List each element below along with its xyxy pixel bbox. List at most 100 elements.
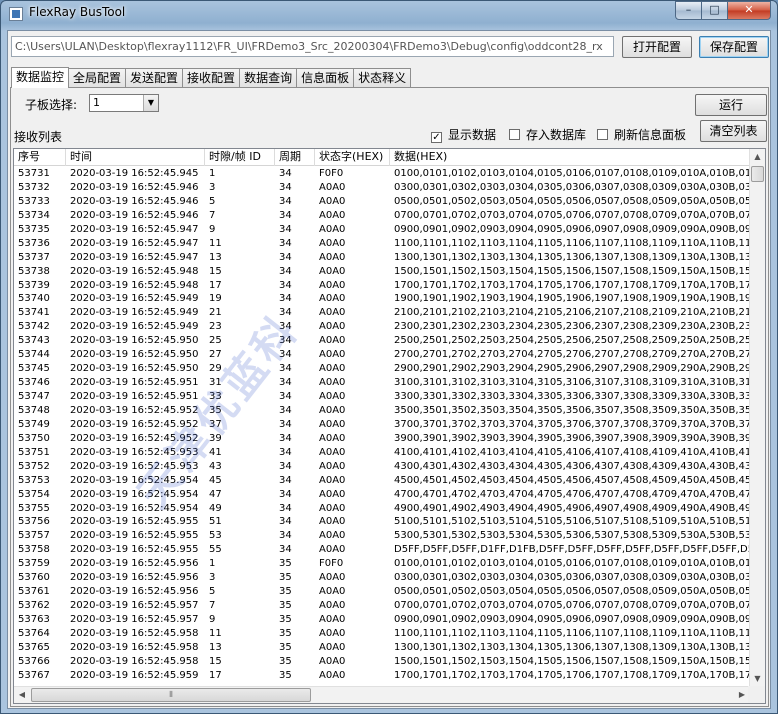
arrow-down-icon[interactable]: ▼	[750, 671, 765, 687]
table-row[interactable]: 53752 2020-03-19 16:52:45.953 43 34 A0A0 4300…	[14, 460, 750, 474]
tab-3[interactable]: 接收配置	[182, 68, 241, 87]
table-row[interactable]: 53743 2020-03-19 16:52:45.950 25 34 A0A0 2500…	[14, 334, 750, 348]
arrow-up-icon[interactable]: ▲	[750, 149, 765, 165]
cell-status: A0A0	[319, 641, 346, 653]
horizontal-scrollbar[interactable]: ◀ ⦀ ▶	[14, 686, 750, 703]
cell-cycle: 34	[279, 446, 292, 458]
horizontal-scroll-thumb[interactable]: ⦀	[31, 688, 311, 702]
table-row[interactable]: 53737 2020-03-19 16:52:45.947 13 34 A0A0 1300…	[14, 251, 750, 265]
cell-data: 4900,4901,4902,4903,4904,4905,4906,4907,…	[394, 502, 750, 514]
table-row[interactable]: 53749 2020-03-19 16:52:45.952 37 34 A0A0 3700…	[14, 418, 750, 432]
refresh-panel-checkbox[interactable]: 刷新信息面板	[597, 126, 686, 143]
cell-seq: 53747	[18, 391, 50, 402]
cell-seq: 53764	[18, 627, 50, 639]
vertical-scroll-thumb[interactable]	[751, 166, 764, 182]
table-row[interactable]: 53762 2020-03-19 16:52:45.957 7 35 A0A0 0700,…	[14, 599, 750, 613]
cell-status: A0A0	[319, 502, 346, 514]
tab-2[interactable]: 发送配置	[125, 68, 184, 87]
table-row[interactable]: 53741 2020-03-19 16:52:45.949 21 34 A0A0 2100…	[14, 306, 750, 320]
cell-data: 1900,1901,1902,1903,1904,1905,1906,1907,…	[394, 293, 750, 305]
table-row[interactable]: 53731 2020-03-19 16:52:45.945 1 34 F0F0 0100,…	[14, 167, 750, 181]
board-select[interactable]: 1 ▼	[89, 94, 159, 112]
cell-status: A0A0	[319, 544, 346, 556]
config-path-field[interactable]: C:\Users\ULAN\Desktop\flexray1112\FR_UI\…	[11, 36, 614, 57]
cell-slot-id: 23	[209, 321, 222, 333]
cell-cycle: 34	[279, 251, 292, 263]
column-header-cycle[interactable]: 周期	[275, 149, 315, 166]
vertical-scrollbar[interactable]: ▲ ▼	[749, 149, 765, 687]
cell-slot-id: 21	[209, 307, 222, 319]
table-row[interactable]: 53750 2020-03-19 16:52:45.952 39 34 A0A0 3900…	[14, 432, 750, 446]
show-data-checkbox[interactable]: ✓ 显示数据	[431, 126, 496, 143]
table-row[interactable]: 53742 2020-03-19 16:52:45.949 23 34 A0A0 2300…	[14, 320, 750, 334]
save-config-button[interactable]: 保存配置	[699, 36, 769, 58]
table-row[interactable]: 53754 2020-03-19 16:52:45.954 47 34 A0A0 4700…	[14, 488, 750, 502]
table-row[interactable]: 53765 2020-03-19 16:52:45.958 13 35 A0A0 1300…	[14, 641, 750, 655]
table-row[interactable]: 53732 2020-03-19 16:52:45.946 3 34 A0A0 0300,…	[14, 181, 750, 195]
clear-list-button[interactable]: 清空列表	[700, 120, 767, 142]
maximize-icon[interactable]: □	[701, 1, 728, 20]
table-row[interactable]: 53739 2020-03-19 16:52:45.948 17 34 A0A0 1700…	[14, 279, 750, 293]
table-row[interactable]: 53747 2020-03-19 16:52:45.951 33 34 A0A0 3300…	[14, 390, 750, 404]
table-row[interactable]: 53756 2020-03-19 16:52:45.955 51 34 A0A0 5100…	[14, 515, 750, 529]
column-header-slot-id[interactable]: 时隙/帧 ID	[205, 149, 275, 166]
save-db-checkbox[interactable]: 存入数据库	[509, 126, 586, 143]
column-header-seq[interactable]: 序号	[14, 149, 66, 166]
cell-seq: 53763	[18, 614, 50, 625]
table-row[interactable]: 53745 2020-03-19 16:52:45.950 29 34 A0A0 2900…	[14, 362, 750, 376]
cell-slot-id: 53	[209, 530, 222, 542]
table-row[interactable]: 53748 2020-03-19 16:52:45.952 35 34 A0A0 3500…	[14, 404, 750, 418]
table-row[interactable]: 53744 2020-03-19 16:52:45.950 27 34 A0A0 2700…	[14, 348, 750, 362]
cell-slot-id: 27	[209, 349, 222, 361]
table-row[interactable]: 53760 2020-03-19 16:52:45.956 3 35 A0A0 0300,…	[14, 571, 750, 585]
minimize-icon[interactable]: –	[675, 1, 702, 20]
receive-table[interactable]: 序号 时间 时隙/帧 ID 周期 状态字(HEX) 数据(HEX) 53731 2…	[13, 148, 766, 704]
table-row[interactable]: 53734 2020-03-19 16:52:45.946 7 34 A0A0 0700,…	[14, 209, 750, 223]
table-row[interactable]: 53746 2020-03-19 16:52:45.951 31 34 A0A0 3100…	[14, 376, 750, 390]
title-bar[interactable]: FlexRay BusTool – □ ✕	[1, 1, 777, 29]
table-row[interactable]: 53735 2020-03-19 16:52:45.947 9 34 A0A0 0900,…	[14, 223, 750, 237]
chevron-down-icon[interactable]: ▼	[143, 95, 158, 111]
cell-cycle: 34	[279, 237, 292, 249]
open-config-button[interactable]: 打开配置	[622, 36, 692, 58]
table-row[interactable]: 53755 2020-03-19 16:52:45.954 49 34 A0A0 4900…	[14, 502, 750, 516]
cell-time: 2020-03-19 16:52:45.949	[70, 321, 199, 333]
tab-0[interactable]: 数据监控	[11, 67, 70, 88]
table-row[interactable]: 53757 2020-03-19 16:52:45.955 53 34 A0A0 5300…	[14, 529, 750, 543]
save-db-check-box[interactable]	[509, 129, 520, 140]
column-header-data[interactable]: 数据(HEX)	[390, 149, 750, 166]
close-icon[interactable]: ✕	[727, 1, 771, 20]
tab-5[interactable]: 信息面板	[296, 68, 355, 87]
cell-data: 0700,0701,0702,0703,0704,0705,0706,0707,…	[394, 600, 750, 612]
cell-status: A0A0	[319, 614, 346, 625]
show-data-check-box[interactable]: ✓	[431, 132, 442, 143]
column-header-status[interactable]: 状态字(HEX)	[315, 149, 390, 166]
table-row[interactable]: 53767 2020-03-19 16:52:45.959 17 35 A0A0 1700…	[14, 669, 750, 683]
refresh-panel-check-box[interactable]	[597, 129, 608, 140]
table-row[interactable]: 53740 2020-03-19 16:52:45.949 19 34 A0A0 1900…	[14, 292, 750, 306]
table-row[interactable]: 53764 2020-03-19 16:52:45.958 11 35 A0A0 1100…	[14, 627, 750, 641]
table-row[interactable]: 53759 2020-03-19 16:52:45.956 1 35 F0F0 0100,…	[14, 557, 750, 571]
cell-time: 2020-03-19 16:52:45.950	[70, 349, 199, 361]
run-button[interactable]: 运行	[695, 94, 767, 116]
table-row[interactable]: 53733 2020-03-19 16:52:45.946 5 34 A0A0 0500,…	[14, 195, 750, 209]
column-header-time[interactable]: 时间	[66, 149, 205, 166]
cell-status: A0A0	[319, 195, 346, 207]
cell-slot-id: 3	[209, 181, 216, 193]
table-row[interactable]: 53751 2020-03-19 16:52:45.953 41 34 A0A0 4100…	[14, 446, 750, 460]
tab-4[interactable]: 数据查询	[239, 68, 298, 87]
cell-slot-id: 43	[209, 460, 222, 472]
table-row[interactable]: 53753 2020-03-19 16:52:45.954 45 34 A0A0 4500…	[14, 474, 750, 488]
table-row[interactable]: 53766 2020-03-19 16:52:45.958 15 35 A0A0 1500…	[14, 655, 750, 669]
table-row[interactable]: 53758 2020-03-19 16:52:45.955 55 34 A0A0 D5FF…	[14, 543, 750, 557]
cell-cycle: 35	[279, 669, 292, 681]
table-row[interactable]: 53763 2020-03-19 16:52:45.957 9 35 A0A0 0900,…	[14, 613, 750, 627]
tab-1[interactable]: 全局配置	[68, 68, 127, 87]
arrow-left-icon[interactable]: ◀	[14, 687, 30, 703]
table-row[interactable]: 53738 2020-03-19 16:52:45.948 15 34 A0A0 1500…	[14, 265, 750, 279]
cell-data: 3700,3701,3702,3703,3704,3705,3706,3707,…	[394, 418, 750, 430]
table-row[interactable]: 53736 2020-03-19 16:52:45.947 11 34 A0A0 1100…	[14, 237, 750, 251]
table-row[interactable]: 53761 2020-03-19 16:52:45.956 5 35 A0A0 0500,…	[14, 585, 750, 599]
tab-6[interactable]: 状态释义	[353, 68, 412, 87]
client-area: C:\Users\ULAN\Desktop\flexray1112\FR_UI\…	[7, 30, 771, 709]
